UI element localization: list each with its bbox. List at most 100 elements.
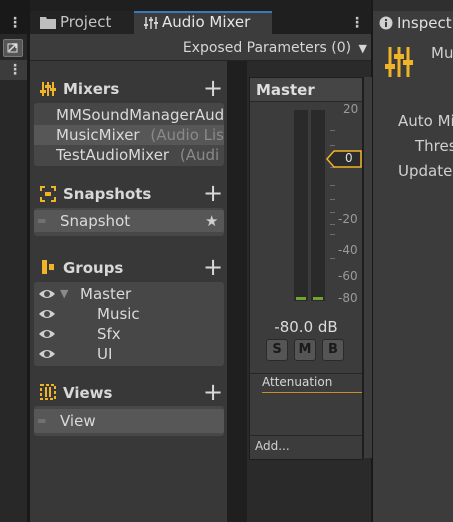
- mixer-strips-area: Master 20 -20 -40 -60 -80 0 -80.0 dB S M…: [247, 61, 372, 522]
- tick-mark: [330, 224, 335, 225]
- mixer-item[interactable]: TestAudioMixer (Audi: [34, 145, 224, 165]
- tick-label: -80: [338, 291, 358, 305]
- snapshots-section-title: Snapshots: [63, 185, 152, 203]
- mixers-section-title: Mixers: [63, 80, 120, 98]
- audio-mixer-asset-icon: [385, 47, 413, 77]
- groups-section-title: Groups: [63, 259, 124, 277]
- tick-mark: [330, 234, 335, 235]
- add-mixer-button[interactable]: +: [203, 76, 223, 100]
- left-strip-row-menu-icon[interactable]: ⋮: [8, 63, 22, 77]
- mixer-item-note: (Audi: [179, 146, 220, 164]
- add-effect-button[interactable]: Add...: [255, 439, 290, 453]
- tick-label: -40: [338, 243, 358, 257]
- add-view-button[interactable]: +: [203, 380, 223, 404]
- group-item-name: Sfx: [97, 325, 121, 343]
- views-icon: [40, 384, 56, 400]
- tab-audio-mixer[interactable]: Audio Mixer: [134, 11, 272, 34]
- master-channel-strip: Master 20 -20 -40 -60 -80 0 -80.0 dB S M…: [249, 77, 363, 460]
- eye-icon[interactable]: [38, 324, 56, 344]
- group-item[interactable]: UI: [34, 344, 224, 364]
- tick-label: -60: [338, 269, 358, 283]
- mixer-sidebar: Mixers + MMSoundManagerAud MusicMixer (A…: [30, 61, 227, 522]
- group-item[interactable]: ▼ Master: [34, 284, 224, 304]
- group-item[interactable]: Sfx: [34, 324, 224, 344]
- level-meter-right: [311, 110, 325, 301]
- snapshot-item-name: Snapshot: [60, 212, 131, 230]
- group-item-name: Master: [80, 285, 132, 303]
- inspector-body: [373, 34, 453, 522]
- meter-level-left: [296, 297, 306, 300]
- effect-underline: [262, 392, 362, 393]
- mixer-item[interactable]: MMSoundManagerAud: [34, 105, 224, 125]
- bypass-button[interactable]: B: [322, 339, 344, 361]
- mixer-item-name: TestAudioMixer: [56, 146, 170, 164]
- level-meter-left: [294, 110, 308, 301]
- view-item-name: View: [60, 412, 96, 430]
- mixer-item-selected[interactable]: MusicMixer (Audio Lis: [34, 125, 224, 145]
- view-item[interactable]: ═ View: [34, 409, 224, 433]
- tick-mark: [330, 185, 335, 186]
- drag-handle-icon[interactable]: ═: [38, 210, 45, 232]
- add-snapshot-button[interactable]: +: [203, 181, 223, 205]
- solo-button[interactable]: S: [266, 339, 288, 361]
- tab-inspector-label: Inspect: [397, 14, 452, 32]
- add-group-button[interactable]: +: [203, 255, 223, 279]
- folder-icon: [40, 17, 56, 29]
- next-strip-edge: [363, 77, 372, 458]
- tick-mark: [330, 199, 335, 200]
- audio-mixer-window: Project Audio Mixer ⋮ Exposed Parameters…: [30, 0, 372, 522]
- groups-icon: [42, 260, 54, 274]
- tick-mark: [330, 145, 335, 146]
- group-item-name: UI: [97, 345, 113, 363]
- exposed-parameters-dropdown[interactable]: Exposed Parameters (0) ▼: [183, 40, 367, 56]
- divider: [250, 373, 362, 374]
- mute-button[interactable]: M: [294, 339, 316, 361]
- tick-label: 20: [343, 102, 359, 116]
- attenuation-effect[interactable]: Attenuation: [262, 375, 332, 389]
- views-section-title: Views: [63, 384, 113, 402]
- meter-level-right: [313, 297, 323, 300]
- snapshots-icon: [40, 186, 56, 202]
- tab-audio-mixer-label: Audio Mixer: [162, 13, 251, 31]
- attenuation-value[interactable]: -80.0 dB: [250, 318, 362, 336]
- eye-icon[interactable]: [38, 304, 56, 324]
- drag-handle-icon[interactable]: ═: [38, 409, 45, 433]
- tick-mark: [330, 130, 335, 131]
- snapshots-list: ═ Snapshot ★: [34, 208, 224, 236]
- inspector-field-label: Auto Mi: [398, 112, 453, 130]
- mixers-icon: [40, 82, 56, 96]
- mixer-item-name: MMSoundManagerAud: [56, 106, 224, 124]
- group-item[interactable]: Music: [34, 304, 224, 324]
- groups-list: ▼ Master Music Sfx UI: [34, 282, 224, 366]
- mixer-item-note: (Audio Lis: [150, 126, 224, 144]
- tick-label: -20: [338, 212, 358, 226]
- master-strip-header[interactable]: Master: [250, 78, 362, 102]
- mixer-item-name: MusicMixer: [56, 126, 140, 144]
- exposed-parameters-label: Exposed Parameters (0): [182, 40, 352, 56]
- inspector-asset-title: Mu: [431, 44, 453, 62]
- views-list: ═ View: [34, 406, 224, 436]
- mixer-icon: [144, 17, 158, 29]
- expand-arrow-icon[interactable]: ▼: [60, 284, 68, 304]
- info-icon: [379, 16, 393, 34]
- left-panel-strip: ⋮ ⋮: [0, 0, 27, 522]
- snapshot-item[interactable]: ═ Snapshot ★: [34, 210, 224, 232]
- inspector-field-label: Thres: [415, 137, 453, 155]
- mixer-toolbar: Exposed Parameters (0) ▼: [30, 34, 371, 61]
- slider-value: 0: [345, 151, 353, 165]
- eye-icon[interactable]: [38, 344, 56, 364]
- left-strip-menu-icon[interactable]: ⋮: [8, 16, 22, 30]
- divider: [250, 435, 362, 436]
- tab-project[interactable]: Project: [30, 11, 134, 34]
- dropdown-arrow-icon: ▼: [358, 42, 367, 55]
- tick-mark: [330, 212, 335, 213]
- inspector-window: Inspect Mu Auto Mi Thres Update: [373, 0, 453, 522]
- tick-mark: [330, 258, 335, 259]
- star-icon[interactable]: ★: [205, 210, 218, 232]
- eye-icon[interactable]: [38, 284, 56, 304]
- link-icon[interactable]: [3, 39, 23, 57]
- tab-project-label: Project: [60, 13, 112, 31]
- attenuation-slider-handle[interactable]: 0: [326, 150, 362, 168]
- inspector-field-label: Update: [398, 162, 453, 180]
- mixer-window-menu-icon[interactable]: ⋮: [350, 16, 364, 30]
